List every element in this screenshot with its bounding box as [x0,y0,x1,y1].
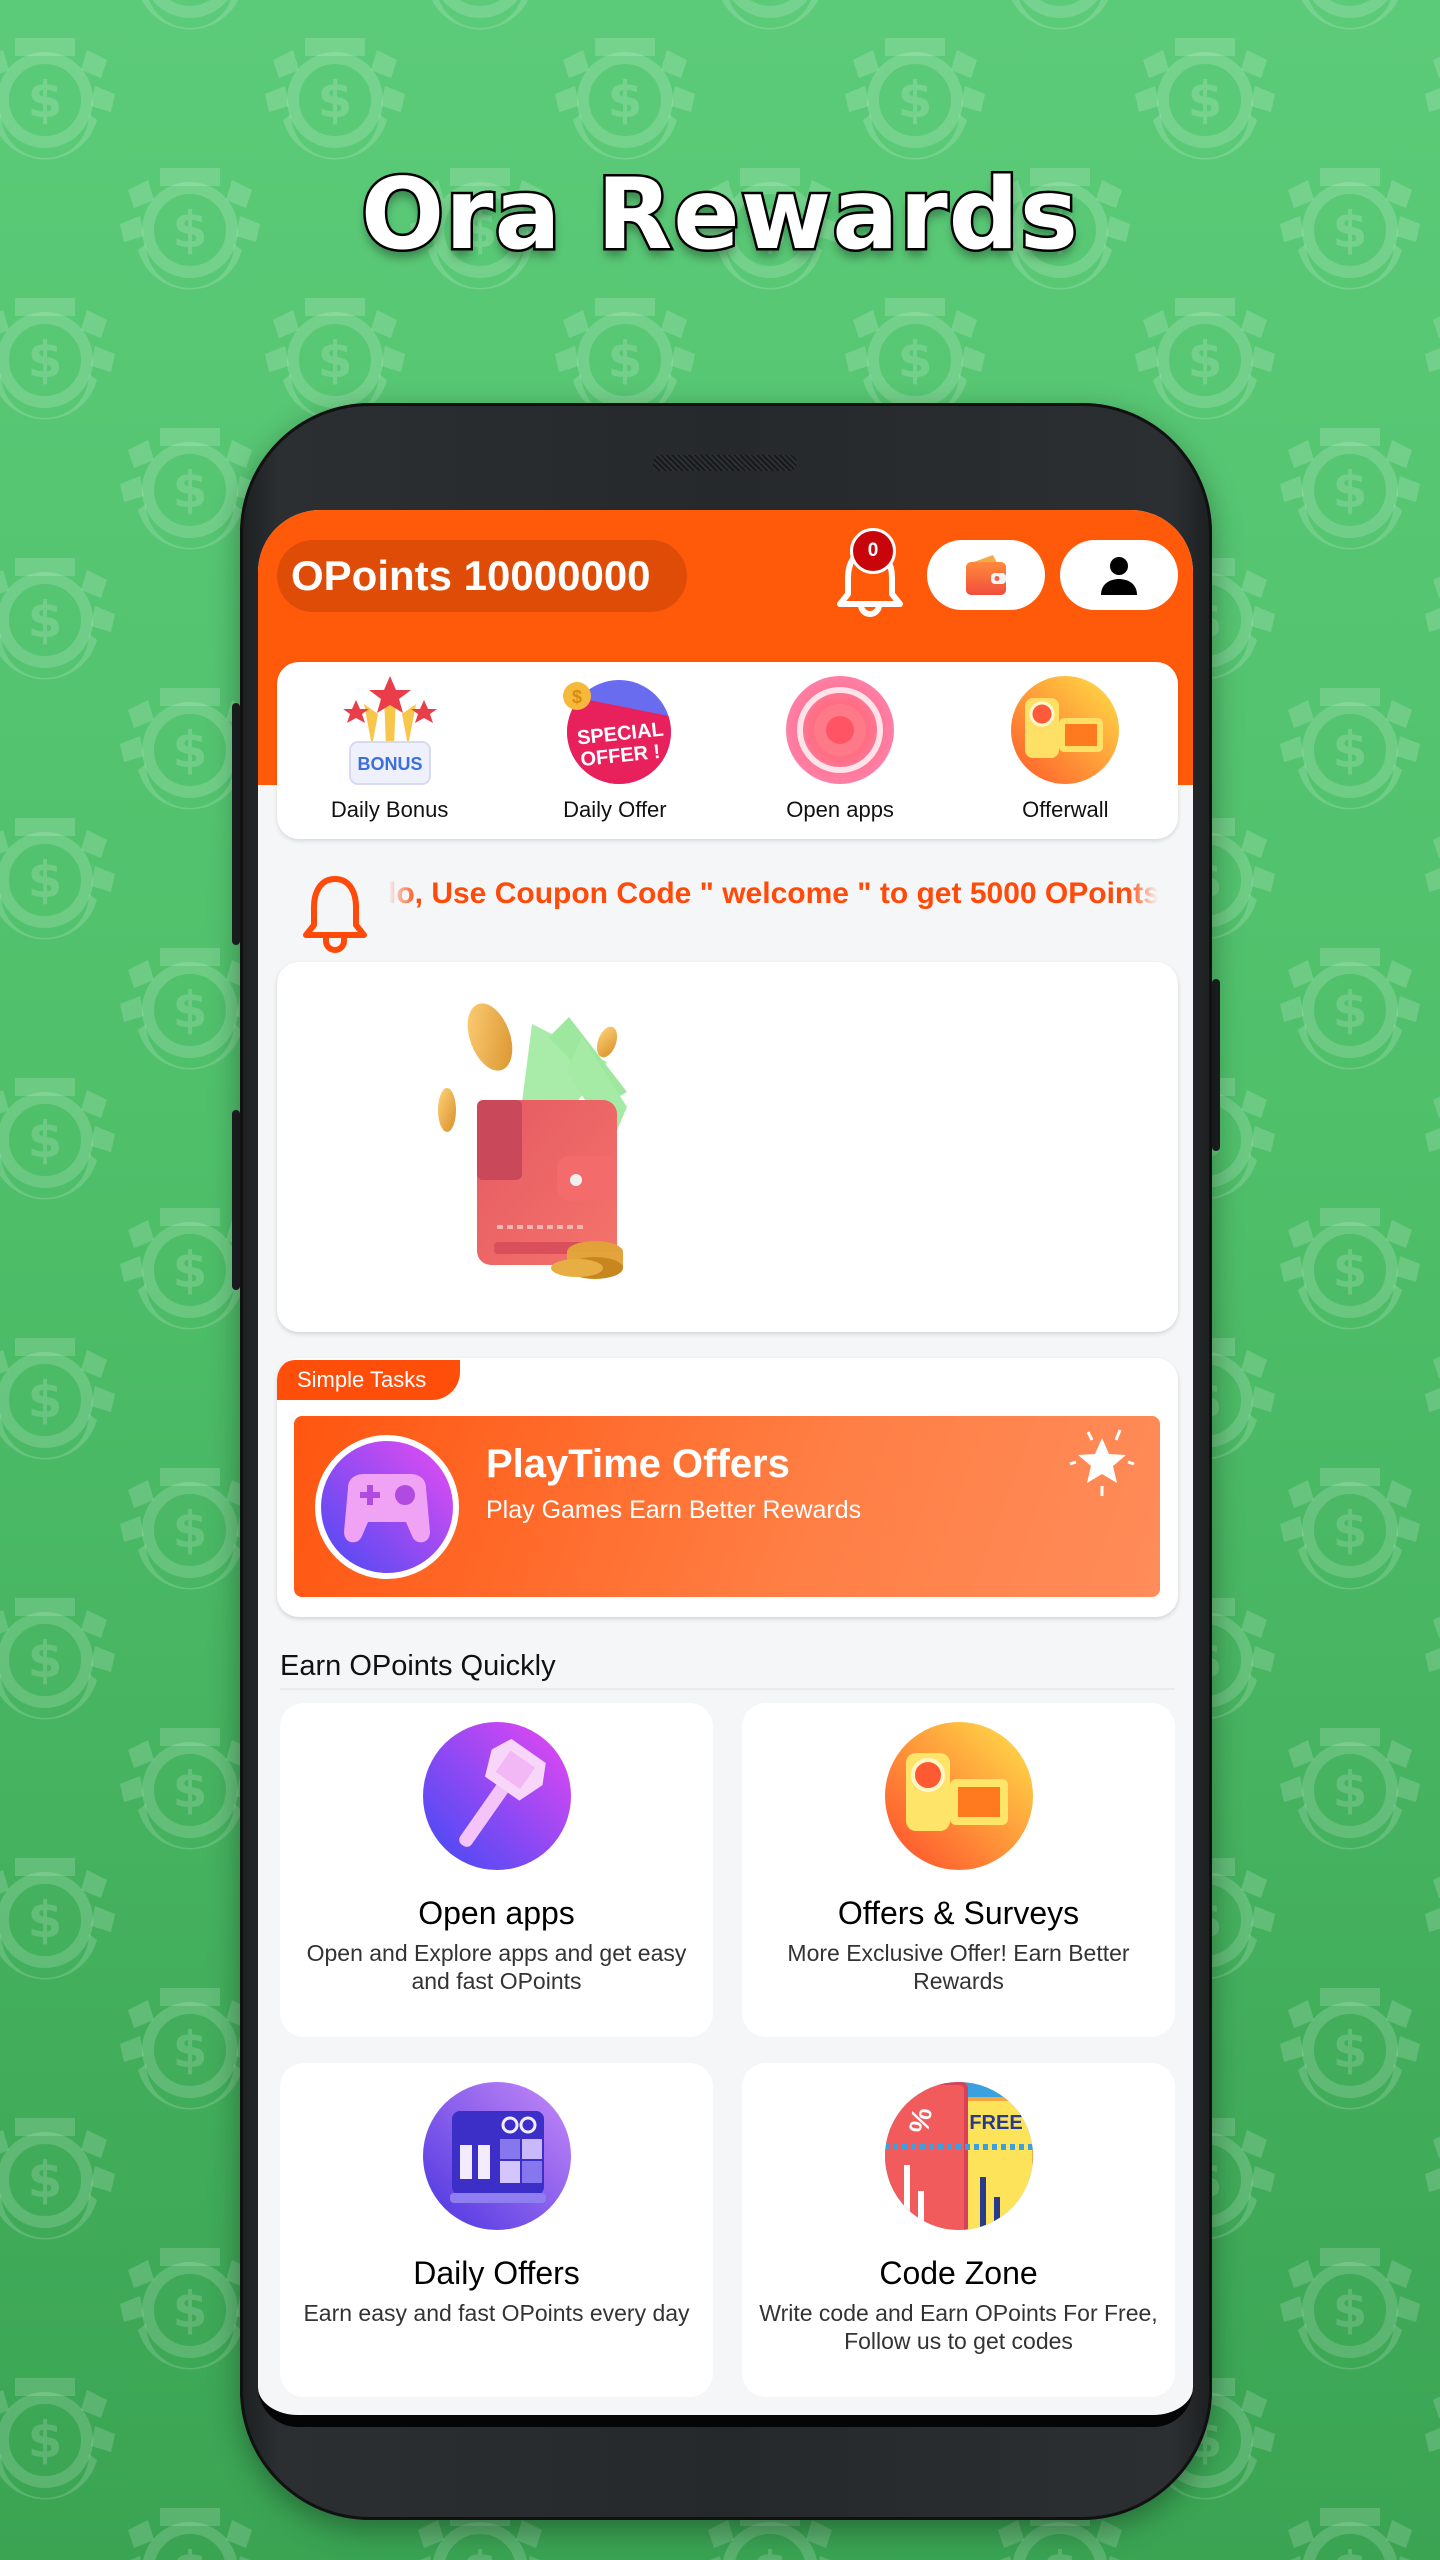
wallet-coins-illustration [438,1003,627,1279]
playtime-offers-banner[interactable]: PlayTime Offers Play Games Earn Better R… [294,1416,1160,1597]
sparkle-star-icon [1069,1429,1135,1496]
quick-action-label: Daily Bonus [330,797,449,822]
earn-card-code-zone[interactable]: FREE % Code Zone Write code and Earn OPo… [742,2063,1175,2397]
points-balance[interactable]: OPoints 10000000 [277,540,687,612]
app-screen: OPoints 10000000 0 BONUS Daily Bonus SPE… [258,510,1193,2427]
section-divider [280,1688,1175,1690]
bell-icon [303,876,367,953]
gamepad-icon [315,1435,459,1579]
simple-tasks-card: Simple Tasks PlayTime Offers Play Games … [277,1358,1178,1617]
earn-card-title: Code Zone [879,2255,1038,2291]
svg-text:$: $ [572,687,582,707]
announcement-bar: lo, Use Coupon Code " welcome " to get 5… [258,855,1193,953]
quick-action-open-apps[interactable]: Open apps [728,662,953,839]
target-icon [786,676,895,784]
axe-icon [422,1722,571,1870]
earn-card-description: More Exclusive Offer! Earn Better Reward… [787,1940,1130,1994]
playtime-title: PlayTime Offers [486,1442,790,1486]
earn-card-offers-surveys[interactable]: Offers & Surveys More Exclusive Offer! E… [742,1703,1175,2037]
quick-action-daily-offer[interactable]: SPECIAL OFFER ! $ Daily Offer [502,662,727,839]
phone-side-button-volume-down [232,1110,240,1290]
promo-carousel[interactable] [277,962,1178,1332]
quick-action-label: Offerwall [1022,797,1109,822]
wallet-icon [966,555,1006,595]
quick-action-label: Open apps [786,797,894,822]
promo-title: Ora Rewards [358,156,1080,275]
earn-card-title: Open apps [418,1895,575,1931]
wallet-button[interactable] [927,540,1045,610]
svg-text:BONUS: BONUS [357,754,422,774]
coupon-icon: FREE % [884,2082,1033,2230]
quick-action-daily-bonus[interactable]: BONUS Daily Bonus [277,662,502,839]
playtime-subtitle: Play Games Earn Better Rewards [486,1496,862,1524]
phone-side-button-power [1212,979,1220,1151]
profile-button[interactable] [1060,540,1178,610]
video-camera-icon [1011,676,1120,784]
earn-section-title: Earn OPoints Quickly [280,1650,556,1682]
phone-speaker-grille [653,455,797,471]
video-camera-icon [884,1722,1033,1870]
special-offer-icon: SPECIAL OFFER ! $ [562,680,671,784]
earn-card-title: Daily Offers [413,2255,580,2291]
phone-side-button-volume-up [232,703,240,945]
notification-count-badge: 0 [850,528,896,574]
quick-actions-bar: BONUS Daily Bonus SPECIAL OFFER ! $ Dail… [277,662,1178,839]
earn-card-title: Offers & Surveys [837,1895,1080,1931]
earn-card-description: Open and Explore apps and get easy and f… [306,1940,687,1994]
earn-card-daily-offers[interactable]: Daily Offers Earn easy and fast OPoints … [280,2063,713,2397]
earn-card-open-apps[interactable]: Open apps Open and Explore apps and get … [280,1703,713,2037]
person-icon [1101,557,1137,595]
simple-tasks-tag: Simple Tasks [277,1360,461,1400]
bonus-stars-icon: BONUS [342,676,437,785]
svg-text:FREE: FREE [969,2112,1022,2134]
control-panel-icon [422,2082,571,2230]
quick-action-offerwall[interactable]: Offerwall [953,662,1178,839]
earn-card-description: Write code and Earn OPoints For Free, Fo… [759,2300,1158,2354]
announcement-text: lo, Use Coupon Code " welcome " to get 5… [388,877,1158,910]
earn-card-description: Earn easy and fast OPoints every day [303,2300,690,2326]
quick-action-label: Daily Offer [563,797,667,822]
